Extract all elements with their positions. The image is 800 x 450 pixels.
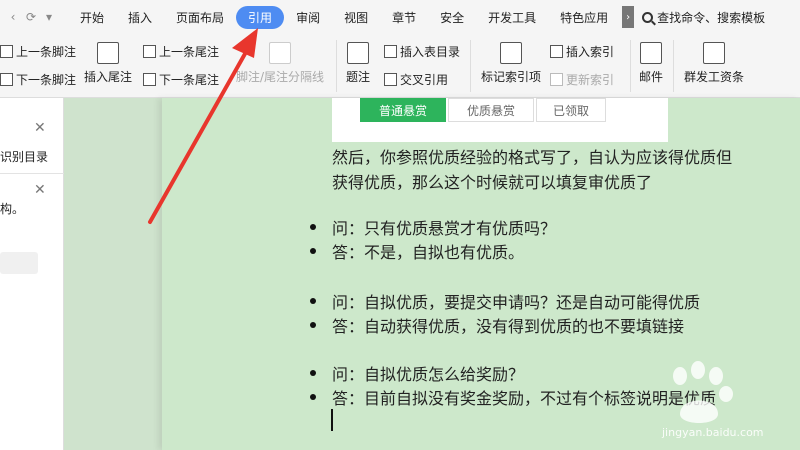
tab-insert[interactable]: 插入 bbox=[116, 6, 164, 29]
next-footnote-icon bbox=[0, 73, 13, 86]
redo-icon[interactable]: ⟳ bbox=[22, 10, 40, 24]
bullet-icon bbox=[310, 370, 316, 376]
mark-index-entry-label: 标记索引项 bbox=[481, 70, 542, 84]
tab-start[interactable]: 开始 bbox=[68, 6, 116, 29]
pane-divider bbox=[0, 173, 64, 174]
task-pane-text: 识别目录 bbox=[0, 150, 49, 164]
watermark-text: jingyan.baidu.com bbox=[662, 426, 764, 439]
mark-index-icon bbox=[500, 42, 522, 64]
next-footnote-button[interactable]: 下一条脚注 bbox=[0, 71, 76, 88]
search-label: 查找命令、搜索模板 bbox=[657, 10, 766, 25]
next-endnote-icon bbox=[143, 73, 156, 86]
bullet-icon bbox=[310, 394, 316, 400]
footnote-separator-button[interactable]: 脚注/尾注分隔线 bbox=[236, 42, 324, 85]
table-of-figures-icon bbox=[384, 45, 397, 58]
insert-endnote-button[interactable]: 插入尾注 bbox=[84, 42, 132, 85]
caption-icon bbox=[347, 42, 369, 64]
ribbon-references: 上一条脚注 下一条脚注 插入尾注 上一条尾注 下一条尾注 脚注/尾注分隔线 题注… bbox=[0, 34, 800, 98]
undo-icon[interactable]: ‹ bbox=[4, 10, 22, 24]
quick-access-toolbar: ‹ ⟳ ▾ bbox=[4, 10, 58, 24]
next-endnote-label: 下一条尾注 bbox=[159, 73, 220, 87]
list-item: 问：自拟优质，要提交申请吗？还是自动可能得优质 bbox=[332, 293, 701, 312]
caption-label: 题注 bbox=[346, 70, 371, 84]
list-item: 答：自动获得优质，没有得到优质的也不要填链接 bbox=[332, 317, 685, 336]
task-pane: ✕ 识别目录 ✕ 构。 bbox=[0, 98, 64, 450]
pasted-web-content: 普通悬赏 优质悬赏 已领取 bbox=[332, 98, 668, 142]
insert-endnote-icon bbox=[97, 42, 119, 64]
ribbon-divider bbox=[630, 40, 631, 92]
insert-index-label: 插入索引 bbox=[566, 45, 615, 59]
caption-button[interactable]: 题注 bbox=[346, 42, 370, 85]
prev-endnote-button[interactable]: 上一条尾注 bbox=[143, 43, 219, 60]
cross-reference-icon bbox=[384, 73, 397, 86]
ribbon-divider bbox=[336, 40, 337, 92]
tab-quality-bounty: 优质悬赏 bbox=[448, 98, 534, 122]
text-cursor bbox=[331, 409, 333, 431]
tab-view[interactable]: 视图 bbox=[332, 6, 380, 29]
pane-input[interactable] bbox=[0, 252, 38, 274]
insert-table-of-figures-label: 插入表目录 bbox=[400, 45, 461, 59]
separator-icon bbox=[269, 42, 292, 64]
cross-reference-button[interactable]: 交叉引用 bbox=[384, 71, 448, 88]
next-endnote-button[interactable]: 下一条尾注 bbox=[143, 71, 219, 88]
update-index-label: 更新索引 bbox=[566, 73, 615, 87]
update-index-button[interactable]: 更新索引 bbox=[550, 71, 614, 88]
send-icon bbox=[703, 42, 725, 64]
tab-normal-bounty: 普通悬赏 bbox=[360, 98, 446, 122]
command-search[interactable]: 查找命令、搜索模板 bbox=[642, 9, 765, 26]
tab-review[interactable]: 审阅 bbox=[284, 6, 332, 29]
menu-bar: ‹ ⟳ ▾ 开始 插入 页面布局 引用 审阅 视图 章节 安全 开发工具 特色应… bbox=[0, 0, 800, 34]
tab-security[interactable]: 安全 bbox=[428, 6, 476, 29]
mail-label: 邮件 bbox=[639, 70, 664, 84]
prev-footnote-icon bbox=[0, 45, 13, 58]
update-index-icon bbox=[550, 73, 563, 86]
ribbon-divider bbox=[673, 40, 674, 92]
tab-claimed: 已领取 bbox=[536, 98, 606, 122]
close-icon[interactable]: ✕ bbox=[34, 120, 46, 136]
list-item: 问：只有优质悬赏才有优质吗？ bbox=[332, 219, 557, 238]
prev-endnote-icon bbox=[143, 45, 156, 58]
cross-reference-label: 交叉引用 bbox=[400, 73, 449, 87]
prev-footnote-button[interactable]: 上一条脚注 bbox=[0, 43, 76, 60]
list-item: 问：自拟优质怎么给奖励？ bbox=[332, 365, 525, 384]
bullet-icon bbox=[310, 322, 316, 328]
more-tabs-button[interactable]: › bbox=[622, 6, 635, 28]
prev-endnote-label: 上一条尾注 bbox=[159, 45, 220, 59]
next-footnote-label: 下一条脚注 bbox=[16, 73, 77, 87]
list-item: 答：不是，自拟也有优质。 bbox=[332, 243, 525, 262]
tab-page-layout[interactable]: 页面布局 bbox=[164, 6, 236, 29]
prev-footnote-label: 上一条脚注 bbox=[16, 45, 77, 59]
payroll-mail-button[interactable]: 群发工资条 bbox=[684, 42, 744, 85]
task-pane-text: 构。 bbox=[0, 202, 25, 216]
tab-special[interactable]: 特色应用 bbox=[548, 6, 620, 29]
bullet-icon bbox=[310, 224, 316, 230]
tab-section[interactable]: 章节 bbox=[380, 6, 428, 29]
mail-button[interactable]: 邮件 bbox=[639, 42, 663, 85]
mark-index-entry-button[interactable]: 标记索引项 bbox=[481, 42, 541, 85]
close-icon[interactable]: ✕ bbox=[34, 182, 46, 198]
insert-index-button[interactable]: 插入索引 bbox=[550, 43, 614, 60]
payroll-mail-label: 群发工资条 bbox=[684, 70, 745, 84]
mail-icon bbox=[640, 42, 662, 64]
ribbon-divider bbox=[470, 40, 471, 92]
tab-developer[interactable]: 开发工具 bbox=[476, 6, 548, 29]
search-icon bbox=[642, 11, 654, 23]
insert-index-icon bbox=[550, 45, 563, 58]
insert-table-of-figures-button[interactable]: 插入表目录 bbox=[384, 43, 460, 60]
paragraph-line: 获得优质，那么这个时候就可以填复审优质了 bbox=[332, 173, 653, 192]
customize-dropdown-icon[interactable]: ▾ bbox=[40, 10, 58, 24]
bullet-icon bbox=[310, 298, 316, 304]
insert-endnote-label: 插入尾注 bbox=[84, 70, 133, 84]
footnote-separator-label: 脚注/尾注分隔线 bbox=[236, 70, 325, 84]
paragraph-line: 然后，你参照优质经验的格式写了，自认为应该得优质但 bbox=[332, 148, 733, 167]
bullet-icon bbox=[310, 248, 316, 254]
tab-references[interactable]: 引用 bbox=[236, 5, 285, 29]
ribbon-tabs: 开始 插入 页面布局 引用 审阅 视图 章节 安全 开发工具 特色应用 bbox=[68, 5, 620, 29]
